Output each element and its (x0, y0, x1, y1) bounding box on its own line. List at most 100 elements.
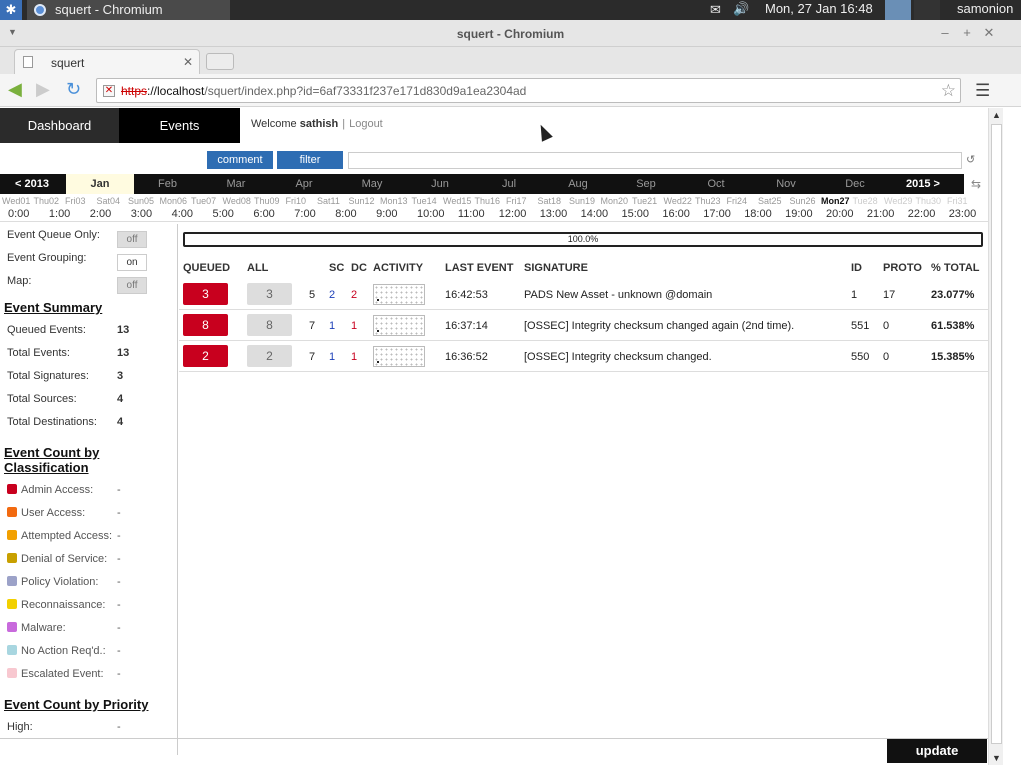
hour-item[interactable]: 20:00 (826, 208, 854, 220)
vertical-scrollbar[interactable]: ▲ ▼ (988, 108, 1003, 765)
mail-icon[interactable]: ✉ (710, 2, 721, 18)
hour-item[interactable]: 23:00 (949, 208, 977, 220)
priority-heading[interactable]: Event Count by Priority (4, 697, 148, 712)
month-feb[interactable]: Feb (134, 174, 201, 194)
day-item[interactable]: Tue07 (191, 196, 216, 206)
hour-item[interactable]: 11:00 (458, 208, 485, 220)
day-item[interactable]: Sun05 (128, 196, 154, 206)
day-item[interactable]: Fri24 (727, 196, 748, 206)
classification-item[interactable]: Policy Violation: (7, 576, 98, 588)
day-item[interactable]: Mon06 (160, 196, 188, 206)
day-item[interactable]: Mon13 (380, 196, 408, 206)
logout-link[interactable]: Logout (349, 118, 383, 130)
day-item[interactable]: Thu16 (475, 196, 501, 206)
month-jan[interactable]: Jan (66, 174, 134, 194)
hour-item[interactable]: 22:00 (908, 208, 936, 220)
all-count-button[interactable]: 3 (247, 283, 292, 305)
maximize-icon[interactable]: + (960, 25, 974, 40)
insecure-https-icon[interactable]: ✕ (103, 85, 115, 97)
day-item[interactable]: Thu02 (34, 196, 60, 206)
month-may[interactable]: May (338, 174, 406, 194)
day-item[interactable]: Fri17 (506, 196, 527, 206)
month-jul[interactable]: Jul (474, 174, 544, 194)
hour-item[interactable]: 7:00 (294, 208, 315, 220)
classification-item[interactable]: Attempted Access: (7, 530, 112, 542)
event-summary-heading[interactable]: Event Summary (4, 300, 102, 315)
toggle-switch[interactable]: on (117, 254, 147, 271)
forward-arrow-icon[interactable]: ▶ (36, 80, 50, 98)
classification-item[interactable]: Admin Access: (7, 484, 93, 496)
day-item[interactable]: Wed01 (2, 196, 30, 206)
address-bar[interactable]: ✕ https://localhost/squert/index.php?id=… (96, 78, 961, 103)
month-dec[interactable]: Dec (820, 174, 890, 194)
hour-item[interactable]: 3:00 (131, 208, 152, 220)
hour-item[interactable]: 1:00 (49, 208, 70, 220)
classification-item[interactable]: User Access: (7, 507, 85, 519)
classification-item[interactable]: Escalated Event: (7, 668, 104, 680)
tray-slot[interactable] (914, 0, 940, 20)
clear-filter-icon[interactable]: ↺ (966, 153, 975, 166)
url-text[interactable]: https://localhost/squert/index.php?id=6a… (121, 84, 526, 98)
back-arrow-icon[interactable]: ◀ (8, 80, 22, 98)
scroll-down-icon[interactable]: ▼ (989, 751, 1004, 765)
day-item[interactable]: Sat25 (758, 196, 782, 206)
session-user[interactable]: samonion (957, 0, 1013, 18)
update-button[interactable]: update (887, 739, 987, 763)
clock[interactable]: Mon, 27 Jan 16:48 (765, 0, 873, 18)
hour-item[interactable]: 17:00 (703, 208, 731, 220)
day-item[interactable]: Fri31 (947, 196, 968, 206)
hour-item[interactable]: 21:00 (867, 208, 895, 220)
classification-item[interactable]: Reconnaissance: (7, 599, 105, 611)
all-count-button[interactable]: 2 (247, 345, 292, 367)
day-item[interactable]: Thu09 (254, 196, 280, 206)
hour-item[interactable]: 19:00 (785, 208, 813, 220)
day-item[interactable]: Wed22 (664, 196, 692, 206)
day-item[interactable]: Sun19 (569, 196, 595, 206)
header-total[interactable]: % TOTAL (931, 262, 979, 274)
month-aug[interactable]: Aug (544, 174, 612, 194)
header-last-event[interactable]: LAST EVENT (445, 262, 513, 274)
day-item[interactable]: Thu23 (695, 196, 721, 206)
header-activity[interactable]: ACTIVITY (373, 262, 423, 274)
header-dc[interactable]: DC (351, 262, 367, 274)
day-item[interactable]: Wed08 (223, 196, 251, 206)
tab-events[interactable]: Events (119, 108, 240, 143)
day-item[interactable]: Fri10 (286, 196, 307, 206)
day-item[interactable]: Mon20 (601, 196, 629, 206)
day-item[interactable]: Thu30 (916, 196, 942, 206)
queued-count-button[interactable]: 3 (183, 283, 228, 305)
header-signature[interactable]: SIGNATURE (524, 262, 588, 274)
day-item[interactable]: Wed29 (884, 196, 912, 206)
day-item[interactable]: Sun26 (790, 196, 816, 206)
month-nov[interactable]: Nov (752, 174, 820, 194)
day-item[interactable]: Sat04 (97, 196, 121, 206)
day-item[interactable]: Tue14 (412, 196, 437, 206)
browser-tab[interactable]: squert ✕ (14, 49, 200, 74)
filter-input[interactable] (348, 152, 962, 169)
month-prev-year[interactable]: < 2013 (0, 174, 64, 194)
hour-item[interactable]: 18:00 (744, 208, 772, 220)
hour-item[interactable]: 10:00 (417, 208, 445, 220)
hour-item[interactable]: 4:00 (172, 208, 193, 220)
volume-icon[interactable]: 🔊 (733, 1, 749, 17)
close-window-icon[interactable]: ✕ (982, 25, 996, 41)
month-mar[interactable]: Mar (202, 174, 270, 194)
day-item[interactable]: Mon27 (821, 196, 850, 206)
month-jun[interactable]: Jun (406, 174, 474, 194)
scroll-up-icon[interactable]: ▲ (989, 108, 1004, 122)
day-item[interactable]: Sat11 (317, 196, 340, 206)
launcher-icon[interactable]: ✱ (0, 0, 22, 20)
event-row[interactable]: 2 2 7 1 1 16:36:52 [OSSEC] Integrity checksum … (179, 341, 988, 372)
all-count-button[interactable]: 8 (247, 314, 292, 336)
month-apr[interactable]: Apr (270, 174, 338, 194)
header-sc[interactable]: SC (329, 262, 344, 274)
day-item[interactable]: Wed15 (443, 196, 471, 206)
day-item[interactable]: Sun12 (349, 196, 375, 206)
comment-button[interactable]: comment (207, 151, 273, 169)
hour-item[interactable]: 12:00 (499, 208, 527, 220)
month-oct[interactable]: Oct (680, 174, 752, 194)
classification-item[interactable]: Malware: (7, 622, 66, 634)
classification-item[interactable]: No Action Req'd.: (7, 645, 106, 657)
hour-item[interactable]: 5:00 (213, 208, 234, 220)
month-sep[interactable]: Sep (612, 174, 680, 194)
